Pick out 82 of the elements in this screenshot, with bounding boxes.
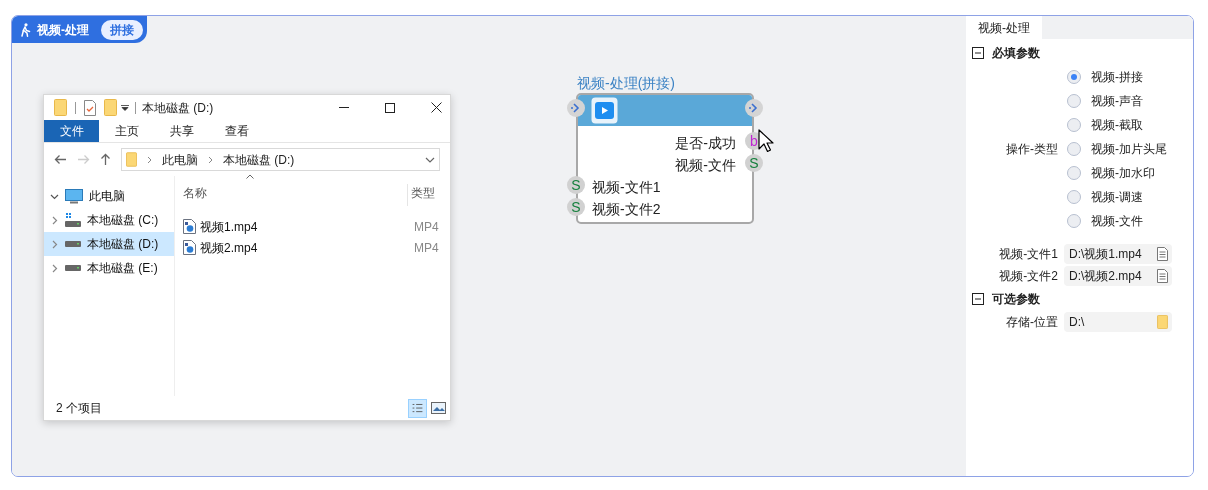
ribbon-tab[interactable]: 主页: [99, 120, 154, 142]
folder-field[interactable]: D:\: [1064, 312, 1172, 332]
file-row[interactable]: 视频1.mp4 MP4: [175, 216, 450, 237]
drive-icon: [65, 213, 81, 227]
tree-label: 此电脑: [89, 188, 125, 205]
panel-tab[interactable]: 视频-处理: [966, 16, 1042, 39]
details-view-icon[interactable]: [408, 398, 427, 418]
tree-item[interactable]: 本地磁盘 (C:): [44, 208, 174, 232]
field-label: 视频-文件2: [998, 268, 1058, 285]
flow-port-icon[interactable]: [567, 99, 585, 117]
node-title: 视频-处理(拼接): [576, 74, 676, 93]
folder-icon: [1157, 315, 1168, 329]
close-icon[interactable]: [431, 102, 442, 113]
up-icon[interactable]: [100, 153, 111, 166]
ribbon-tab[interactable]: 查看: [209, 120, 264, 142]
radio-option[interactable]: 视频-文件: [1067, 209, 1167, 233]
back-icon[interactable]: [54, 154, 67, 165]
chevron-icon[interactable]: [50, 215, 59, 225]
document-icon: [1157, 269, 1168, 283]
video-icon: [591, 97, 618, 124]
section-header[interactable]: 可选参数: [966, 287, 1193, 311]
mouse-cursor-icon: [758, 129, 774, 153]
tree-item[interactable]: 本地磁盘 (D:): [44, 232, 174, 256]
video-file-icon: [183, 240, 196, 255]
file-name: 视频2.mp4: [200, 239, 259, 257]
thumbnail-view-icon[interactable]: [431, 402, 446, 414]
flow-port-icon[interactable]: [745, 99, 763, 117]
window-title: 本地磁盘 (D:): [142, 99, 214, 117]
drive-icon: [65, 241, 81, 247]
output-label: 视频-文件: [675, 155, 736, 175]
column-header[interactable]: 类型: [407, 184, 435, 206]
new-folder-icon: [104, 99, 117, 116]
file-type: MP4: [414, 239, 439, 257]
document-icon: [1157, 247, 1168, 261]
status-text: 2 个项目: [56, 400, 102, 417]
properties-icon[interactable]: [84, 99, 96, 116]
field-label: 存储-位置: [1005, 314, 1058, 331]
computer-icon: [65, 188, 83, 204]
radio-option[interactable]: 视频-声音: [1067, 89, 1167, 113]
chevron-icon[interactable]: [208, 155, 213, 164]
file-field[interactable]: D:\视频1.mp4: [1064, 244, 1172, 264]
file-field[interactable]: D:\视频2.mp4: [1064, 266, 1172, 286]
mode-tag: 拼接: [101, 19, 143, 40]
process-title: 视频-处理: [37, 21, 89, 39]
tree-item[interactable]: 此电脑: [44, 184, 174, 208]
walking-person-icon: [19, 22, 31, 37]
radio-option[interactable]: 视频-调速: [1067, 185, 1167, 209]
tree-label: 本地磁盘 (E:): [87, 260, 158, 277]
dropdown-icon[interactable]: [121, 104, 129, 111]
input-label: 视频-文件1: [592, 177, 661, 197]
folder-icon: [126, 152, 137, 167]
breadcrumb[interactable]: 本地磁盘 (D:): [223, 150, 295, 169]
field-label: 视频-文件1: [998, 246, 1058, 263]
tree-label: 本地磁盘 (C:): [87, 212, 159, 229]
radio-option[interactable]: 视频-截取: [1067, 113, 1167, 137]
folder-icon: [54, 99, 67, 116]
radio-option[interactable]: 视频-加水印: [1067, 161, 1167, 185]
file-name: 视频1.mp4: [200, 218, 259, 236]
output-label: 是否-成功: [675, 133, 736, 153]
section-header[interactable]: 必填参数: [966, 41, 1193, 65]
chevron-icon[interactable]: [50, 263, 59, 273]
collapse-icon[interactable]: [972, 47, 984, 59]
address-bar[interactable]: 此电脑 本地磁盘 (D:): [121, 148, 440, 171]
dropdown-icon[interactable]: [425, 156, 435, 163]
tree-label: 本地磁盘 (D:): [87, 236, 159, 253]
field-label: 操作-类型: [1005, 141, 1058, 158]
file-row[interactable]: 视频2.mp4 MP4: [175, 237, 450, 258]
column-header[interactable]: 名称: [175, 184, 407, 206]
ribbon-tab[interactable]: 共享: [154, 120, 209, 142]
file-type: MP4: [414, 218, 439, 236]
ribbon-tab[interactable]: 文件: [44, 120, 99, 142]
radio-option[interactable]: 视频-加片头尾: [1067, 137, 1167, 161]
breadcrumb[interactable]: 此电脑: [162, 150, 198, 169]
maximize-icon[interactable]: [385, 102, 395, 113]
chevron-icon[interactable]: [147, 155, 152, 164]
drive-icon: [65, 265, 81, 271]
tree-item[interactable]: 本地磁盘 (E:): [44, 256, 174, 280]
radio-option[interactable]: 视频-拼接: [1067, 65, 1167, 89]
input-label: 视频-文件2: [592, 199, 661, 219]
sort-icon[interactable]: [246, 174, 254, 179]
video-file-icon: [183, 219, 196, 234]
collapse-icon[interactable]: [972, 293, 984, 305]
